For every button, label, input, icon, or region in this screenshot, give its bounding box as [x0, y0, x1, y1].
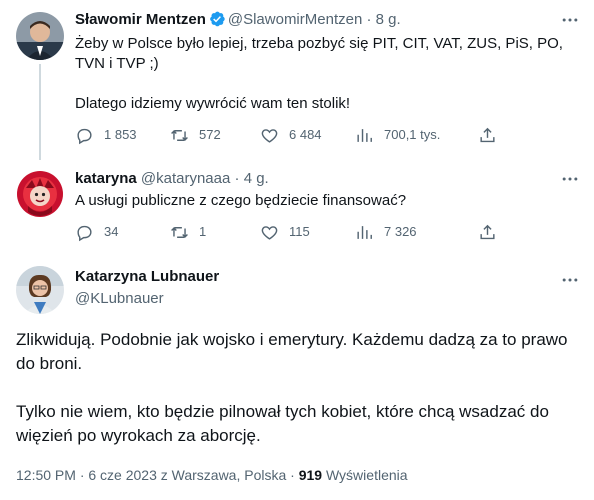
- like-icon: [261, 225, 278, 240]
- reply-icon: [77, 128, 92, 144]
- more-icon: [562, 18, 578, 22]
- tweet-text-line: Żeby w Polsce było lepiej, trzeba pozbyć…: [75, 35, 563, 52]
- views-button[interactable]: 700,1 tys.: [355, 125, 440, 145]
- more-button[interactable]: [560, 270, 580, 290]
- reply-count: 1 853: [104, 127, 137, 142]
- share-button[interactable]: [478, 222, 497, 242]
- views-icon: [357, 225, 372, 239]
- tweet-lubnauer-main: Katarzyna Lubnauer @KLubnauer Zlikwidują…: [0, 260, 594, 500]
- author-handle[interactable]: @katarynaaa: [141, 170, 230, 187]
- reply-button[interactable]: 1 853: [75, 125, 137, 145]
- tweet-kataryna[interactable]: kataryna @katarynaaa · 4 g. A usługi pub…: [0, 160, 594, 260]
- retweet-count: 572: [199, 127, 221, 142]
- tweet-header: Sławomir Mentzen @SlawomirMentzen · 8 g.: [75, 10, 401, 30]
- author-name[interactable]: Katarzyna Lubnauer: [75, 267, 219, 287]
- reply-icon: [77, 225, 92, 241]
- tweet-meta: 12:50 PM · 6 cze 2023 z Warszawa, Polska…: [16, 466, 408, 484]
- tweet-text-line: A usługi publiczne z czego będziecie fin…: [75, 192, 407, 209]
- tweet-time[interactable]: 4 g.: [244, 170, 269, 187]
- tweet-text: A usługi publiczne z czego będziecie fin…: [75, 191, 575, 211]
- avatar-kataryna[interactable]: [16, 170, 64, 218]
- like-icon: [261, 128, 278, 143]
- separator-dot: ·: [366, 11, 372, 28]
- like-button[interactable]: 115: [260, 222, 310, 242]
- retweet-icon: [171, 226, 188, 238]
- tweet-text: Żeby w Polsce było lepiej, trzeba pozbyć…: [75, 34, 575, 114]
- avatar-mentzen[interactable]: [16, 12, 64, 60]
- author-handle[interactable]: @KLubnauer: [75, 289, 219, 309]
- like-count: 115: [289, 224, 310, 239]
- share-button[interactable]: [478, 125, 497, 145]
- avatar-lubnauer[interactable]: [16, 266, 64, 314]
- tweet-text-line: TVN i TVP ;): [75, 55, 159, 72]
- views-icon: [357, 128, 372, 142]
- share-icon: [480, 127, 495, 142]
- tweet-timestamp[interactable]: 12:50 PM · 6 cze 2023 z Warszawa, Polska…: [16, 467, 299, 483]
- views-label: Wyświetlenia: [322, 467, 408, 483]
- views-count: 7 326: [384, 224, 417, 239]
- more-button[interactable]: [560, 169, 580, 189]
- tweet-paragraph: Tylko nie wiem, kto będzie pilnował tych…: [16, 402, 549, 445]
- tweet-mentzen[interactable]: Sławomir Mentzen @SlawomirMentzen · 8 g. …: [0, 0, 594, 160]
- share-icon: [480, 224, 495, 239]
- tweet-header: Katarzyna Lubnauer @KLubnauer: [75, 267, 219, 309]
- more-icon: [562, 177, 578, 181]
- retweet-button[interactable]: 572: [170, 125, 221, 145]
- more-icon: [562, 278, 578, 282]
- tweet-paragraph: Zlikwidują. Podobnie jak wojsko i emeryt…: [16, 330, 568, 373]
- retweet-icon: [171, 129, 188, 141]
- reply-count: 34: [104, 224, 119, 239]
- thread-line: [39, 64, 41, 160]
- reply-button[interactable]: 34: [75, 222, 118, 242]
- views-button[interactable]: 7 326: [355, 222, 417, 242]
- retweet-button[interactable]: 1: [170, 222, 206, 242]
- tweet-text: Zlikwidują. Podobnie jak wojsko i emeryt…: [16, 328, 586, 472]
- tweet-time[interactable]: 8 g.: [376, 11, 401, 28]
- verified-badge-icon: [209, 11, 225, 27]
- tweet-text-line: Dlatego idziemy wywrócić wam ten stolik!: [75, 95, 351, 112]
- views-total[interactable]: 919: [299, 467, 322, 483]
- author-handle[interactable]: @SlawomirMentzen: [228, 11, 362, 28]
- retweet-count: 1: [199, 224, 207, 239]
- more-button[interactable]: [560, 10, 580, 30]
- like-button[interactable]: 6 484: [260, 125, 322, 145]
- tweet-actions: 1 853 572 6 484 700,1 tys.: [70, 125, 510, 145]
- tweet-actions: 34 1 115 7 326: [70, 222, 510, 242]
- views-count: 700,1 tys.: [384, 127, 441, 142]
- like-count: 6 484: [289, 127, 322, 142]
- tweet-header: kataryna @katarynaaa · 4 g.: [75, 169, 269, 189]
- author-name[interactable]: kataryna: [75, 170, 137, 187]
- author-name[interactable]: Sławomir Mentzen: [75, 11, 206, 28]
- separator-dot: ·: [234, 170, 240, 187]
- tweet-text-line: [75, 74, 575, 94]
